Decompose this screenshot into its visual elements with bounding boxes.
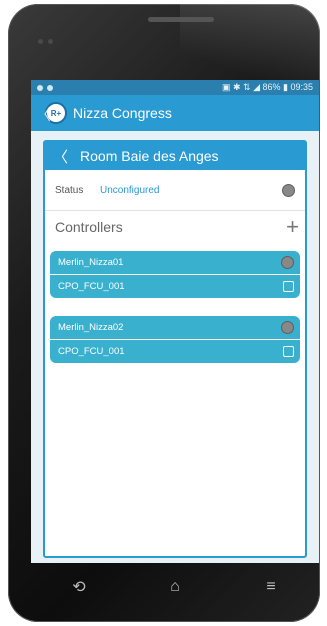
device-checkbox[interactable] [283, 281, 294, 292]
status-bar-info: ▣ ✱ ⇅ ◢ 86% ▮ 09:35 [222, 82, 313, 92]
controller-status-icon [281, 321, 294, 334]
controller-name: Merlin_Nizza02 [58, 322, 124, 333]
nav-home-icon[interactable]: ⌂ [155, 578, 195, 596]
controller-status-icon [281, 256, 294, 269]
add-controller-icon[interactable]: + [286, 216, 299, 238]
nav-menu-icon[interactable]: ≡ [251, 578, 291, 596]
room-header: 〈 Room Baie des Anges [45, 142, 305, 170]
device-name: CPO_FCU_001 [58, 281, 125, 292]
app-screen: ▣ ✱ ⇅ ◢ 86% ▮ 09:35 〈 R+ Nizza Congress … [31, 80, 319, 563]
controller-row[interactable]: Merlin_Nizza01 [50, 251, 300, 274]
controller-group[interactable]: Merlin_Nizza01 CPO_FCU_001 [50, 251, 300, 298]
notification-icon [37, 84, 43, 91]
front-sensor [38, 39, 43, 44]
room-back-icon[interactable]: 〈 [53, 146, 68, 167]
controller-group[interactable]: Merlin_Nizza02 CPO_FCU_001 [50, 316, 300, 363]
device-row[interactable]: CPO_FCU_001 [50, 274, 300, 298]
room-title: Room Baie des Anges [80, 148, 219, 164]
earpiece-speaker [148, 17, 214, 22]
status-bar-left [37, 84, 53, 91]
status-value: Unconfigured [100, 184, 160, 196]
device-name: CPO_FCU_001 [58, 346, 125, 357]
status-row: Status Unconfigured [45, 170, 305, 211]
sync-icon [47, 84, 53, 91]
front-camera [48, 39, 53, 44]
app-back-icon[interactable]: 〈 [35, 101, 51, 125]
status-bar: ▣ ✱ ⇅ ◢ 86% ▮ 09:35 [31, 80, 319, 95]
controller-row[interactable]: Merlin_Nizza02 [50, 316, 300, 339]
room-card: 〈 Room Baie des Anges Status Unconfigure… [43, 140, 307, 558]
controller-name: Merlin_Nizza01 [58, 257, 124, 268]
controllers-label: Controllers [55, 219, 123, 235]
system-nav-bar: ⟲ ⌂ ≡ [31, 564, 319, 610]
controllers-header: Controllers + [45, 211, 305, 243]
nav-back-icon[interactable]: ⟲ [59, 577, 99, 597]
app-bar: 〈 R+ Nizza Congress [31, 95, 319, 131]
status-indicator-icon [282, 183, 295, 197]
app-title: Nizza Congress [73, 105, 172, 121]
device-row[interactable]: CPO_FCU_001 [50, 339, 300, 363]
device-checkbox[interactable] [283, 346, 294, 357]
status-label: Status [55, 184, 84, 196]
